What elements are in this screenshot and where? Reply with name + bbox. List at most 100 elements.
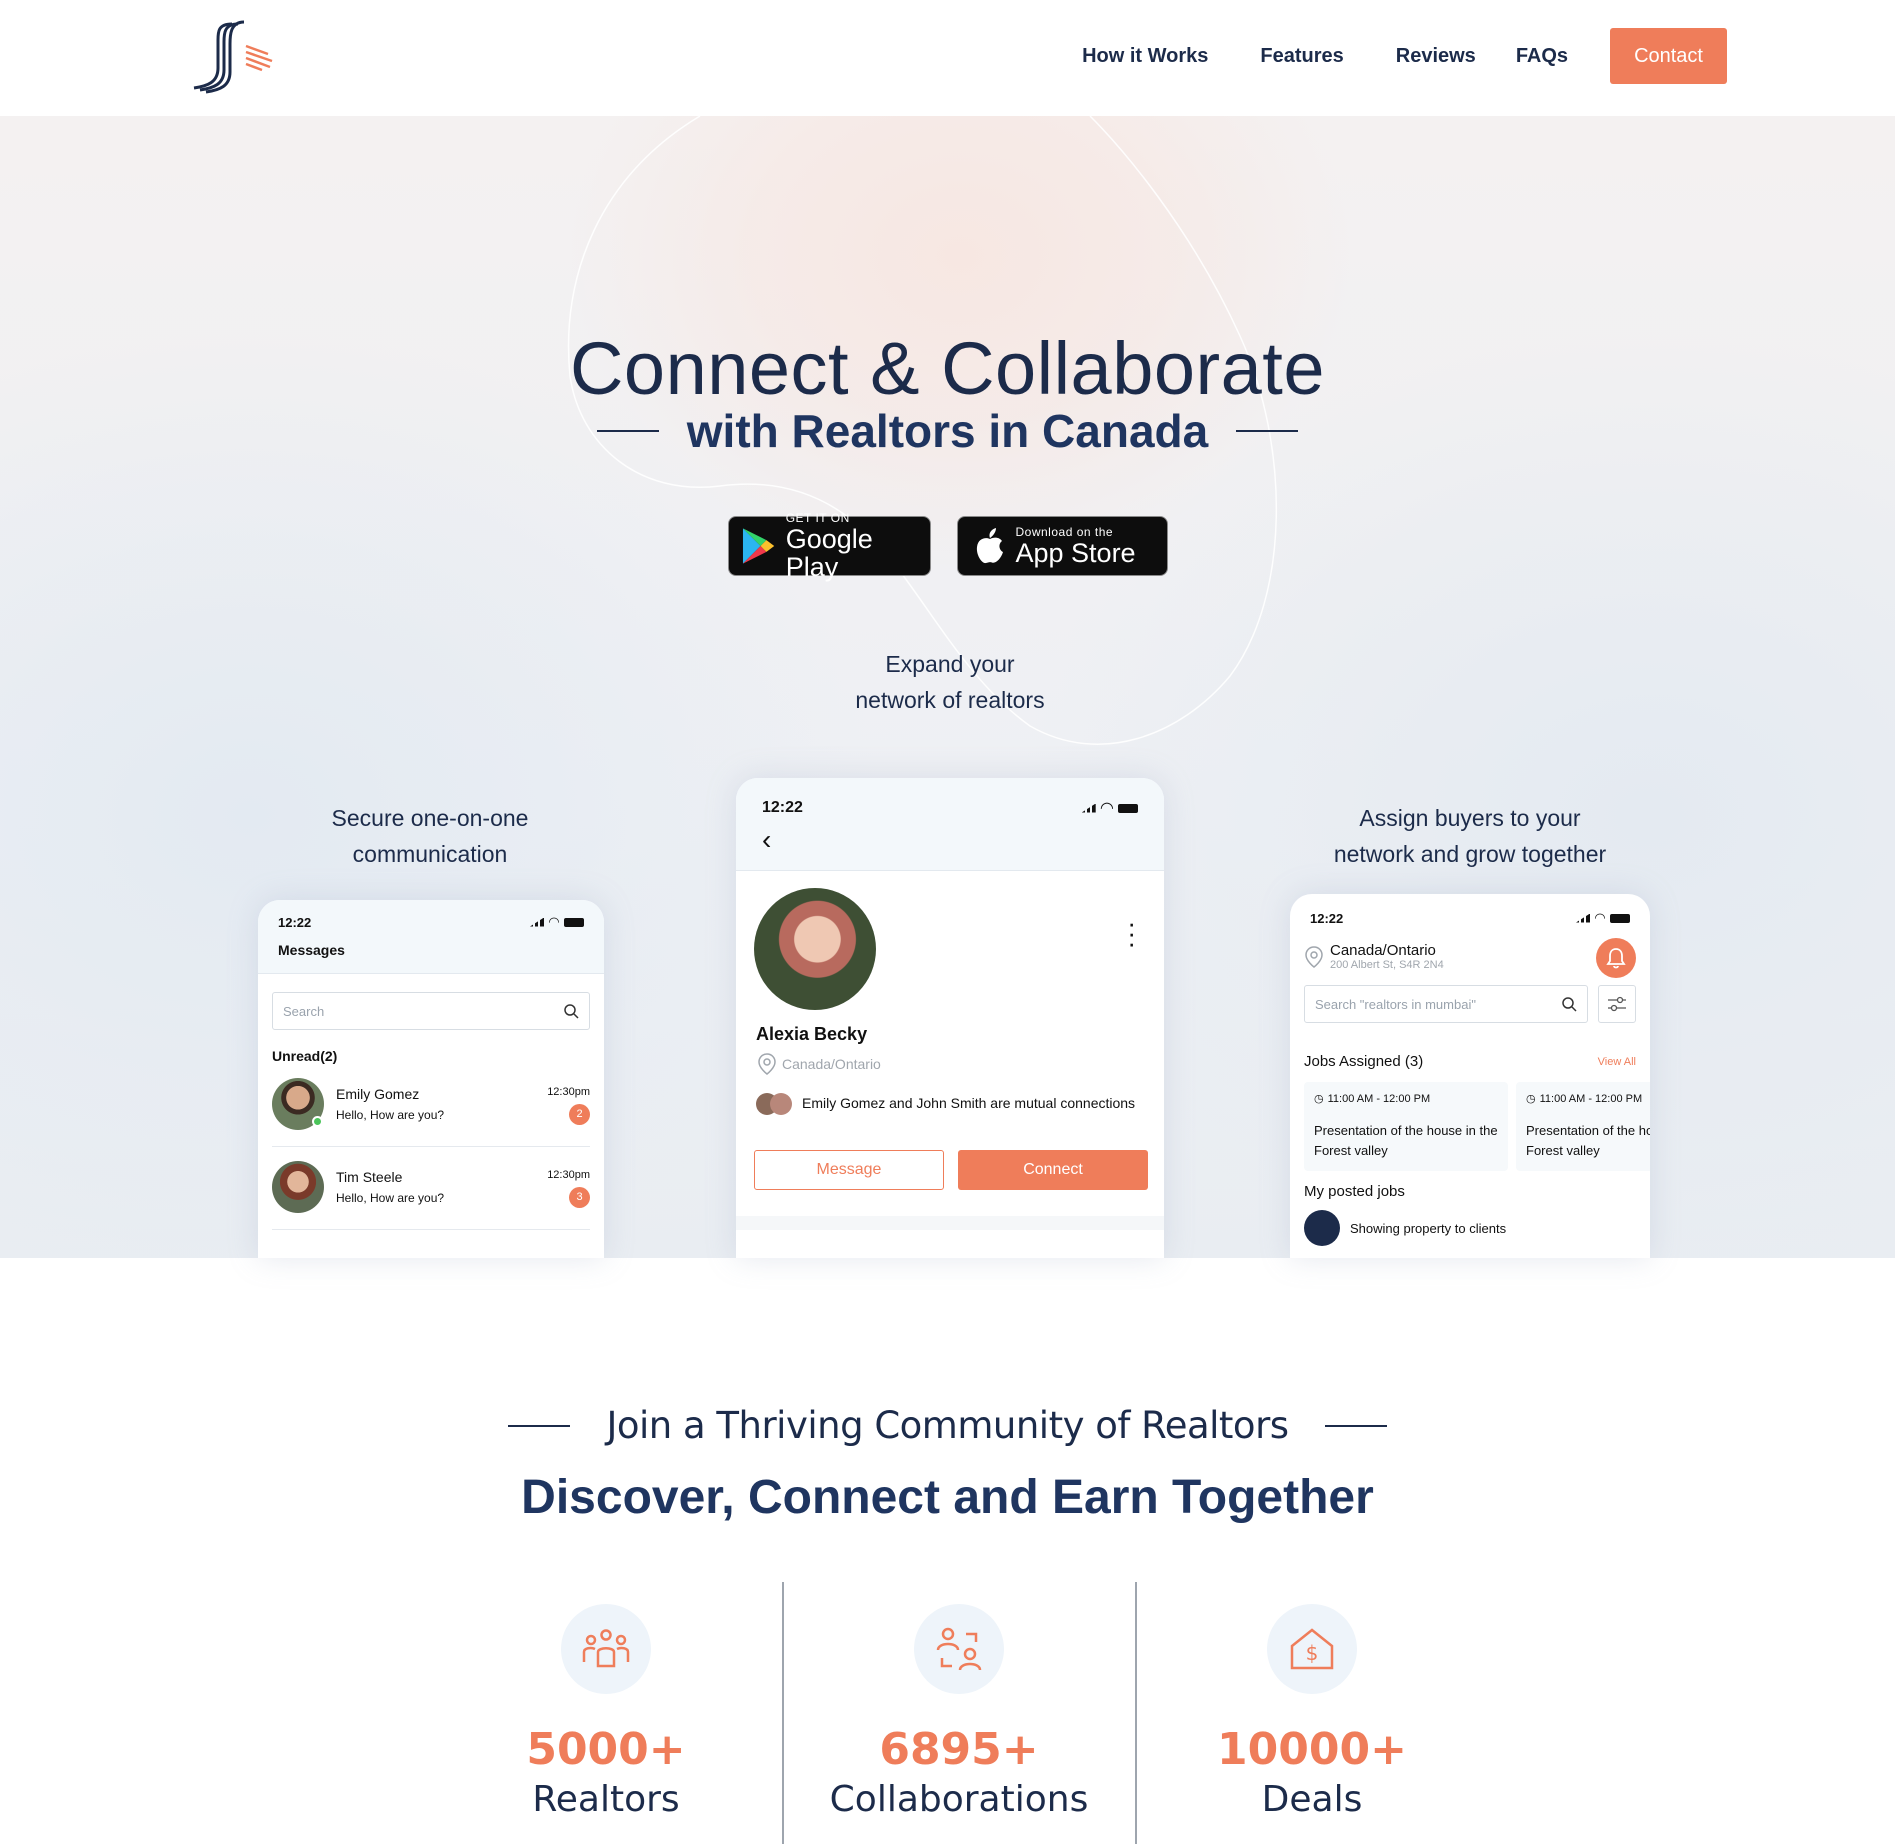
app-store-small: Download on the <box>1015 525 1114 539</box>
caption-line: network of realtors <box>855 687 1045 713</box>
search-placeholder: Search <box>283 1003 325 1019</box>
status-time: 12:22 <box>762 799 803 816</box>
divider-line <box>1324 1424 1387 1427</box>
stat-deals: $ 10000+ Deals <box>1136 1582 1488 1844</box>
caption-assign-buyers: Assign buyers to your network and grow t… <box>1300 800 1640 872</box>
status-bar: 12:22 ◠ <box>762 798 1138 818</box>
nav-features[interactable]: Features <box>1260 45 1343 68</box>
status-bar: 12:22 ◠ <box>278 914 584 930</box>
avatar <box>272 1161 324 1213</box>
group-icon <box>561 1604 651 1694</box>
profile-location: Canada/Ontario <box>756 1052 881 1076</box>
section-divider <box>736 1216 1164 1230</box>
stats-row: 5000+ Realtors 6895+ Collaborations $ 10… <box>0 1582 1895 1844</box>
posted-job-item[interactable]: Showing property to clients <box>1304 1210 1636 1246</box>
chat-message: Hello, How are you? <box>336 1191 445 1205</box>
app-store-label: App Store <box>1015 538 1136 568</box>
google-play-button[interactable]: GET IT ON Google Play <box>727 511 931 581</box>
hero-subtitle-row: with Realtors in Canada <box>0 404 1895 458</box>
location-row: Canada/Ontario 200 Albert St, S4R 2N4 <box>1304 938 1636 978</box>
back-arrow-icon[interactable]: ‹ <box>762 824 1138 856</box>
mutual-connections: Emily Gomez and John Smith are mutual co… <box>756 1092 1146 1116</box>
community-kicker: Join a Thriving Community of Realtors <box>606 1404 1289 1447</box>
posted-job-text: Showing property to clients <box>1350 1220 1507 1236</box>
google-play-icon <box>742 528 774 564</box>
filter-icon[interactable] <box>1598 985 1636 1023</box>
stat-label: Deals <box>1261 1779 1363 1820</box>
caption-line: Expand your <box>885 651 1015 677</box>
unread-badge: 3 <box>569 1187 590 1208</box>
job-time: 11:00 AM - 12:00 PM <box>1539 1092 1643 1105</box>
bell-icon[interactable] <box>1596 938 1636 978</box>
briefcase-icon <box>1304 1210 1340 1246</box>
realtor-search-input[interactable]: Search "realtors in mumbai" <box>1304 985 1588 1023</box>
house-dollar-icon: $ <box>1267 1604 1357 1694</box>
divider-line <box>508 1424 571 1427</box>
jobs-search-row: Search "realtors in mumbai" <box>1304 985 1636 1023</box>
chat-message: Hello, How are you? <box>336 1108 445 1122</box>
caption-line: communication <box>352 841 508 867</box>
community-kicker-row: Join a Thriving Community of Realtors <box>0 1404 1895 1447</box>
address-text: 200 Albert St, S4R 2N4 <box>1330 959 1444 971</box>
store-buttons: GET IT ON Google Play Download on the Ap… <box>0 511 1895 581</box>
contact-button[interactable]: Contact <box>1610 28 1727 84</box>
search-icon <box>564 1004 579 1019</box>
phone-topbar: 12:22 ◠ Messages <box>258 900 604 974</box>
caption-line: Assign buyers to your <box>1359 805 1581 831</box>
app-store-button[interactable]: Download on the App Store <box>956 516 1168 576</box>
chat-item[interactable]: Tim Steele Hello, How are you? 12:30pm 3 <box>272 1161 590 1230</box>
chat-name: Tim Steele <box>336 1169 403 1185</box>
divider-line <box>1236 430 1299 432</box>
avatar <box>272 1078 324 1130</box>
message-button[interactable]: Message <box>754 1150 944 1190</box>
phone-messages-mockup: 12:22 ◠ Messages Search Unread(2) Emily … <box>258 900 604 1258</box>
messages-search-input[interactable]: Search <box>272 992 590 1030</box>
clock-icon: ◷ <box>1314 1093 1324 1105</box>
chat-time: 12:30pm <box>547 1086 590 1098</box>
battery-icon <box>1118 803 1138 813</box>
job-card[interactable]: ◷ 11:00 AM - 12:00 PM Presentation of the… <box>1516 1082 1650 1171</box>
status-time: 12:22 <box>278 914 312 930</box>
stat-number: 6895+ <box>879 1724 1039 1775</box>
wifi-icon: ◠ <box>1595 910 1605 925</box>
job-card[interactable]: ◷ 11:00 AM - 12:00 PM Presentation of the… <box>1304 1082 1508 1171</box>
job-description: Presentation of the house in the Forest … <box>1526 1123 1650 1158</box>
city-text: Canada/Ontario <box>1330 942 1436 959</box>
divider-line <box>596 430 659 432</box>
status-time: 12:22 <box>1310 910 1344 926</box>
main-nav: How it Works Features Reviews FAQs Conta… <box>1082 28 1727 84</box>
battery-icon <box>1610 913 1630 923</box>
profile-name: Alexia Becky <box>756 1024 868 1044</box>
chat-item[interactable]: Emily Gomez Hello, How are you? 12:30pm … <box>272 1078 590 1147</box>
nav-faqs[interactable]: FAQs <box>1516 45 1568 68</box>
stat-collaborations: 6895+ Collaborations <box>783 1582 1135 1844</box>
stat-label: Realtors <box>532 1779 680 1820</box>
clock-icon: ◷ <box>1526 1093 1536 1105</box>
logo[interactable] <box>188 18 284 94</box>
jobs-assigned-header: Jobs Assigned (3) View All <box>1304 1053 1636 1070</box>
job-description: Presentation of the house in the Forest … <box>1314 1123 1498 1158</box>
nav-reviews[interactable]: Reviews <box>1396 45 1476 68</box>
signal-icon <box>530 917 544 927</box>
phone-profile-mockup: 12:22 ◠ ‹ · · · Alexia Becky Canada/Ontari… <box>736 778 1164 1258</box>
apple-icon <box>976 528 1003 564</box>
wifi-icon: ◠ <box>549 914 559 929</box>
messages-title: Messages <box>278 942 345 958</box>
location-text: Canada/Ontario <box>782 1056 881 1072</box>
caption-line: network and grow together <box>1333 841 1607 867</box>
profile-avatar <box>754 888 876 1010</box>
view-all-link[interactable]: View All <box>1598 1056 1636 1068</box>
job-time: 11:00 AM - 12:00 PM <box>1327 1092 1431 1105</box>
location-pin-icon <box>758 1053 776 1075</box>
stat-number: 10000+ <box>1217 1724 1407 1775</box>
location-pin-icon <box>1305 945 1323 968</box>
phone-topbar: 12:22 ◠ ‹ <box>736 778 1164 871</box>
unread-badge: 2 <box>569 1104 590 1125</box>
nav-how-it-works[interactable]: How it Works <box>1082 45 1208 68</box>
google-play-label: Google Play <box>785 524 873 582</box>
site-header: How it Works Features Reviews FAQs Conta… <box>0 0 1895 116</box>
caption-line: Secure one-on-one <box>331 805 529 831</box>
connect-button[interactable]: Connect <box>958 1150 1148 1190</box>
search-icon <box>1562 997 1577 1012</box>
more-options-icon[interactable]: · · · <box>1127 910 1136 956</box>
